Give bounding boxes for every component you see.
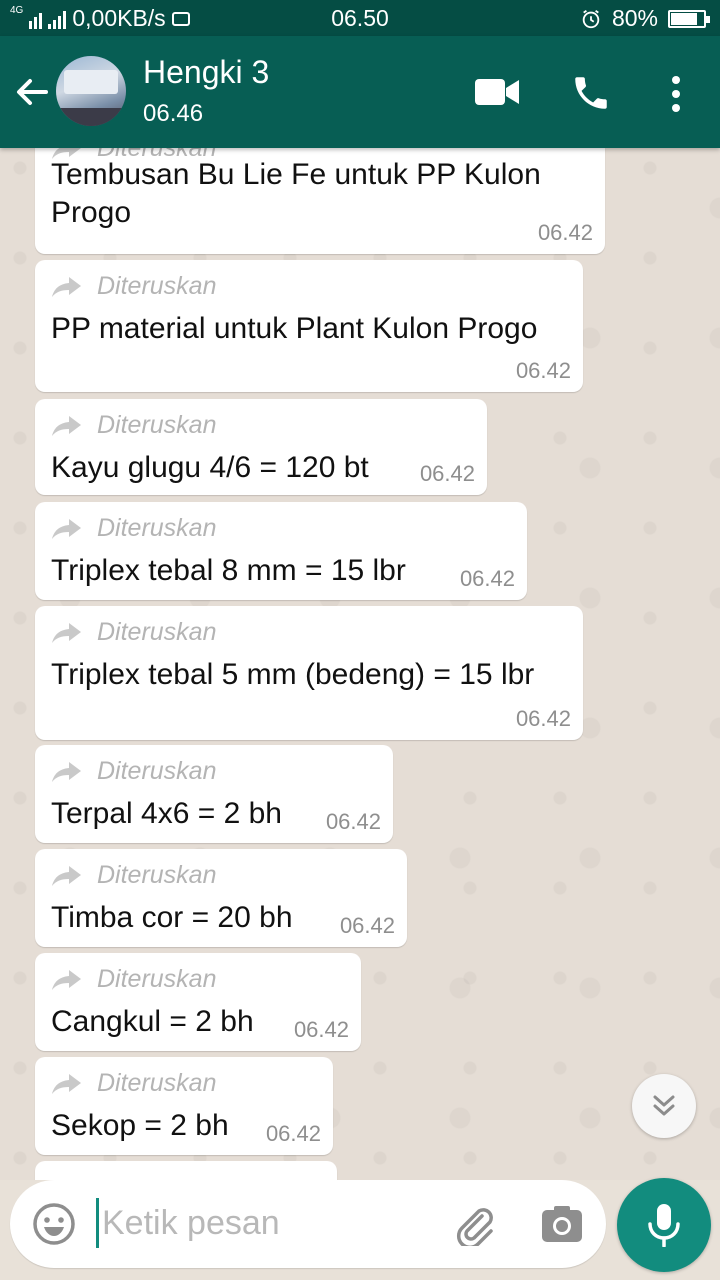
video-call-icon[interactable]	[474, 76, 520, 108]
status-right: 80%	[580, 5, 710, 32]
message-time: 06.42	[325, 809, 381, 834]
chat-header: Hengki 3 06.46	[0, 36, 720, 148]
forward-arrow-icon	[52, 761, 81, 782]
forwarded-label: Diteruskan	[51, 514, 217, 543]
battery-percent: 80%	[611, 5, 658, 31]
arrow-left-icon[interactable]	[12, 72, 52, 112]
forward-arrow-icon	[52, 276, 81, 297]
message-time: 06.42	[419, 461, 475, 486]
message-time: 06.42	[515, 358, 571, 383]
message-time: 06.42	[515, 706, 571, 731]
forward-arrow-icon	[52, 969, 81, 990]
message-bubble[interactable]: Diteruskan Triplex tebal 8 mm = 15 lbr 0…	[35, 502, 527, 600]
message-text: Timba cor = 20 bh	[51, 901, 293, 934]
message-bubble[interactable]: Diteruskan Cangkul = 2 bh 06.42	[35, 953, 361, 1051]
message-bubble[interactable]: Diteruskan PP material untuk Plant Kulon…	[35, 260, 583, 392]
message-bubble[interactable]: Diteruskan Triplex tebal 5 mm (bedeng) =…	[35, 606, 583, 740]
message-input[interactable]: Ketik pesan	[102, 1204, 280, 1243]
forwarded-label: Diteruskan	[51, 272, 217, 301]
last-seen: 06.46	[143, 100, 204, 127]
mic-button[interactable]	[617, 1178, 711, 1272]
forward-arrow-icon	[52, 622, 81, 643]
forwarded-label: Diteruskan	[51, 861, 217, 890]
message-text: Triplex tebal 8 mm = 15 lbr	[51, 554, 406, 587]
message-bubble[interactable]	[35, 1161, 337, 1180]
message-text: Sekop = 2 bh	[51, 1109, 229, 1142]
text-caret	[96, 1198, 99, 1248]
message-bubble[interactable]: Diteruskan Timba cor = 20 bh 06.42	[35, 849, 407, 947]
forwarded-label: Diteruskan	[51, 757, 217, 786]
message-text: PP material untuk Plant Kulon Progo	[51, 312, 538, 345]
message-text: Tembusan Bu Lie Fe untuk PP Kulon	[51, 158, 541, 191]
message-bubble[interactable]: Diteruskan Tembusan Bu Lie Fe untuk PP K…	[35, 148, 605, 254]
forwarded-label: Diteruskan	[51, 1069, 217, 1098]
battery-icon	[668, 9, 710, 28]
message-text: Cangkul = 2 bh	[51, 1005, 254, 1038]
chat-area[interactable]: Diteruskan Tembusan Bu Lie Fe untuk PP K…	[0, 148, 720, 1180]
message-time: 06.42	[339, 913, 395, 938]
message-time: 06.42	[459, 566, 515, 591]
alarm-icon	[582, 9, 600, 28]
forward-arrow-icon	[52, 415, 81, 436]
forwarded-label: Diteruskan	[51, 618, 217, 647]
more-vert-icon[interactable]	[664, 74, 688, 114]
attach-icon[interactable]	[452, 1202, 496, 1246]
message-text: Triplex tebal 5 mm (bedeng) = 15 lbr	[51, 658, 535, 691]
message-text: Terpal 4x6 = 2 bh	[51, 797, 282, 830]
message-time: 06.42	[293, 1017, 349, 1042]
message-text: Kayu glugu 4/6 = 120 bt	[51, 451, 369, 484]
forward-arrow-icon	[52, 518, 81, 539]
emoji-icon[interactable]	[32, 1202, 76, 1246]
message-text: Progo	[51, 196, 132, 229]
battery-fill	[671, 12, 697, 25]
double-chevron-down-icon	[653, 1095, 675, 1116]
forward-arrow-icon	[52, 1073, 81, 1094]
status-bar: 4G 0,00KB/s 06.50 80%	[0, 0, 720, 36]
message-time: 06.42	[537, 220, 593, 245]
camera-icon[interactable]	[542, 1206, 582, 1242]
avatar[interactable]	[56, 56, 126, 126]
scroll-to-bottom-button[interactable]	[632, 1074, 696, 1138]
message-bubble[interactable]: Diteruskan Kayu glugu 4/6 = 120 bt 06.42	[35, 399, 487, 495]
forwarded-label: Diteruskan	[51, 965, 217, 994]
phone-icon[interactable]	[570, 72, 612, 114]
forward-arrow-icon	[52, 865, 81, 886]
message-composer[interactable]: Ketik pesan	[10, 1180, 606, 1268]
mic-icon	[648, 1204, 680, 1247]
forwarded-label: Diteruskan	[51, 411, 217, 440]
message-bubble[interactable]: Diteruskan Sekop = 2 bh 06.42	[35, 1057, 333, 1155]
message-time: 06.42	[265, 1121, 321, 1146]
contact-name[interactable]: Hengki 3	[143, 54, 269, 91]
message-bubble[interactable]: Diteruskan Terpal 4x6 = 2 bh 06.42	[35, 745, 393, 843]
